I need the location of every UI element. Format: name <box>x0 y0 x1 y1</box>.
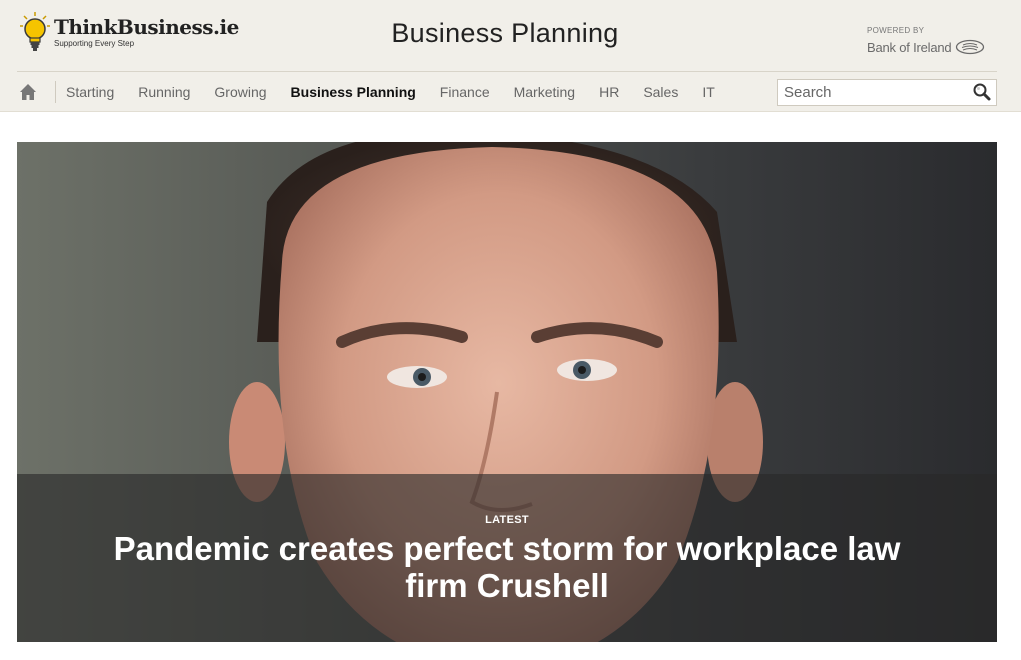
nav-item-business-planning[interactable]: Business Planning <box>291 84 416 100</box>
search-box <box>777 79 997 106</box>
hero-caption: LATEST Pandemic creates perfect storm fo… <box>17 474 997 642</box>
powered-by[interactable]: POWERED BY Bank of Ireland <box>867 26 985 55</box>
brand-name: ThinkBusiness.ie <box>54 15 239 39</box>
search-input[interactable] <box>778 80 968 105</box>
nav-item-starting[interactable]: Starting <box>66 84 114 100</box>
nav-item-finance[interactable]: Finance <box>440 84 490 100</box>
search-icon[interactable] <box>972 82 992 102</box>
nav-separator <box>55 81 56 103</box>
latest-badge: LATEST <box>485 514 529 526</box>
nav-item-sales[interactable]: Sales <box>643 84 678 100</box>
nav-item-hr[interactable]: HR <box>599 84 619 100</box>
home-icon[interactable] <box>17 81 39 103</box>
site-header: ThinkBusiness.ie Supporting Every Step B… <box>0 0 1021 112</box>
hero-article[interactable]: LATEST Pandemic creates perfect storm fo… <box>17 142 997 642</box>
nav-item-marketing[interactable]: Marketing <box>514 84 575 100</box>
page-title: Business Planning <box>391 18 619 48</box>
powered-by-brand: Bank of Ireland <box>867 39 952 55</box>
nav-item-it[interactable]: IT <box>702 84 714 100</box>
hero-headline[interactable]: Pandemic creates perfect storm for workp… <box>97 530 917 604</box>
nav-item-growing[interactable]: Growing <box>214 84 266 100</box>
nav-item-running[interactable]: Running <box>138 84 190 100</box>
site-logo[interactable]: ThinkBusiness.ie Supporting Every Step <box>20 12 239 56</box>
bank-logo-icon <box>956 39 985 55</box>
powered-by-label: POWERED BY <box>867 26 925 35</box>
lightbulb-icon <box>20 12 50 54</box>
brand-tagline: Supporting Every Step <box>54 39 135 48</box>
